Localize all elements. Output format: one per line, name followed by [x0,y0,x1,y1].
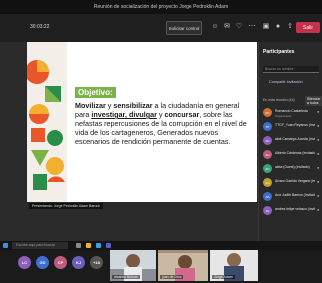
share-invitation-link[interactable]: Compartir invitación [269,80,303,84]
mute-all-button[interactable]: Silenciar a todos [305,96,322,106]
os-taskbar: Escribe aquí para buscar [0,241,322,250]
objective-title: Objetivo: [75,87,116,98]
mic-icon: ● [317,207,320,212]
mic-icon: ● [317,109,320,114]
camera-icon[interactable]: ▣ [261,22,271,32]
more-icon[interactable]: ⋯ [247,22,257,32]
avatar: AC [263,136,272,145]
meeting-timer: 30:03:22 [30,24,50,30]
slide-decoration [27,42,67,202]
participant-name: andres felipe velasco (Invita... [275,207,315,211]
avatar: AC [263,164,272,173]
more-participants-badge[interactable]: +18 [90,256,103,269]
leave-button[interactable]: Salir [296,22,320,33]
body-part-7: concursar [164,110,200,119]
request-control-button[interactable]: Solicitar control [166,21,202,35]
chat-icon[interactable]: ✉ [222,22,232,32]
participant-name: abdl Camargo-Acosta (Invit... [275,137,315,141]
presentation-slide: Objetivo: Movilizar y sensibilizar a la … [27,42,257,202]
participant-row[interactable]: RC Rornancio Castañeda Organizador ● [259,106,322,120]
mic-icon: ● [317,151,320,156]
avatar[interactable]: CP [54,256,67,269]
participant-name: aleta (Guest) (Invitado) [275,165,310,169]
participant-row[interactable]: AG Álvaro Garrido Vergara (Invit... ● [259,176,322,190]
video-tile-label: Jorge Adam [212,275,235,279]
objective-body: Movilizar y sensibilizar a la ciudadanía… [75,101,247,146]
participant-row[interactable]: AC aleta (Guest) (Invitado) ● [259,162,322,176]
file-explorer-icon[interactable] [86,243,91,248]
participant-name: Álvaro Garrido Vergara (Invit... [275,179,315,183]
mic-icon: ● [317,137,320,142]
avatar: TP [263,122,272,131]
video-tile-label: alcaldia Bolívar [112,275,140,279]
taskbar-search-input[interactable]: Escribe aquí para buscar [12,242,68,249]
avatar[interactable]: GD [36,256,49,269]
avatar: AV [263,206,272,215]
avatar: AC [263,150,272,159]
body-part-6: y [156,110,165,119]
meeting-toolbar: 30:03:22 Solicitar control ☺ ✉ ♡ ⋯ ▣ ● ⇧… [0,14,322,43]
people-icon[interactable]: ☺ [210,22,220,32]
participant-row[interactable]: AV andres felipe velasco (Invita... ● [259,204,322,218]
participant-row[interactable]: TP TTCP_Yuan Reyanos (Invitado) ● [259,120,322,134]
section-label: En esta reunión (44) [263,98,295,102]
panel-title: Participantes [263,49,295,55]
participant-name: Rornancio Castañeda [275,109,308,113]
participant-row[interactable]: AB Ana Judith Barrios (Invitado) ● [259,190,322,204]
window-title: Reunión de socialización del proyecto Jo… [93,4,229,10]
edge-browser-icon[interactable] [96,243,101,248]
participant-row[interactable]: AC abdl Camargo-Acosta (Invit... ● [259,134,322,148]
avatar[interactable]: KJ [72,256,85,269]
mic-icon: ● [317,165,320,170]
body-part-1: Movilizar [75,101,106,110]
window-titlebar: Reunión de socialización del proyecto Jo… [0,0,322,14]
mic-icon: ● [317,179,320,184]
body-part-3: sensibilizar [113,101,153,110]
participant-list: RC Rornancio Castañeda Organizador ● TP … [259,106,322,218]
teams-icon[interactable] [106,243,111,248]
presenter-name-tag: Presentando: Jorge Pedroklin Adam Baruch [29,203,104,209]
task-view-icon[interactable] [76,243,81,248]
participant-role: Organizador [275,114,292,118]
reactions-icon[interactable]: ♡ [234,22,244,32]
mic-icon: ● [317,193,320,198]
avatar: AG [263,178,272,187]
windows-start-icon[interactable] [3,243,8,248]
avatar: AB [263,192,272,201]
share-icon[interactable]: ⇧ [285,22,295,32]
video-tile-label: juan de Dios [160,275,184,279]
mic-icon[interactable]: ● [273,22,283,32]
participant-row[interactable]: AC Alberto Cárdenas (Invitado) ● [259,148,322,162]
participants-panel: Participantes Buscar un nombre Compartir… [258,42,322,241]
avatar[interactable]: LC [18,256,31,269]
participant-name: Ana Judith Barrios (Invitado) [275,193,315,197]
participant-name: TTCP_Yuan Reyanos (Invitado) [275,123,315,127]
participant-name: Alberto Cárdenas (Invitado) [275,151,315,155]
shared-screen-stage: Objetivo: Movilizar y sensibilizar a la … [0,42,258,281]
mic-icon: ● [317,123,320,128]
avatar: RC [263,108,272,117]
participant-search-input[interactable]: Buscar un nombre [263,66,319,73]
body-part-5: investigar, divulgar [91,110,157,119]
